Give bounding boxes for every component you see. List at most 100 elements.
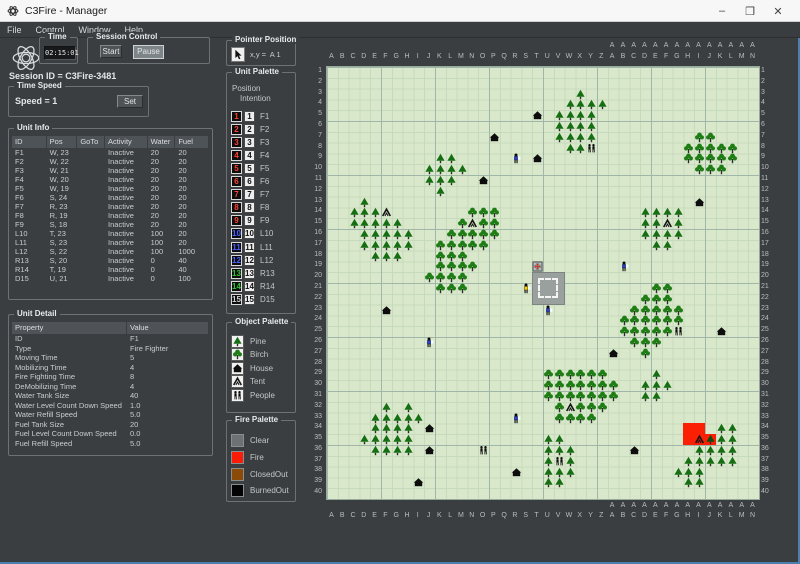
unit-palette-row-l11[interactable]: 11 11 L11: [231, 241, 273, 253]
unit-palette-row-f8[interactable]: 8 8 F8: [231, 202, 269, 214]
cell: Inactive: [108, 148, 134, 157]
unit-palette-row-f6[interactable]: 6 6 F6: [231, 176, 269, 188]
start-button[interactable]: Start: [100, 45, 122, 58]
table-row: DeMobilizing Time 4: [12, 382, 209, 392]
unit-palette-row-f1[interactable]: 1 1 F1: [231, 110, 269, 122]
birch-icon: [705, 153, 716, 164]
unit-intention-swatch[interactable]: 10: [244, 228, 255, 240]
fire-palette-item-clear[interactable]: Clear: [231, 434, 269, 447]
unit-palette-row-f3[interactable]: 3 3 F3: [231, 136, 269, 148]
time-display: 02:15:01: [44, 46, 79, 60]
table-row[interactable]: F3 W, 21 Inactive 20 20: [12, 166, 209, 175]
cell: F8: [15, 211, 24, 220]
birch-icon: [554, 402, 565, 413]
minimize-button[interactable]: –: [708, 0, 736, 22]
pine-icon: [231, 335, 244, 348]
fire-label: Fire: [250, 452, 264, 462]
unit-intention-swatch[interactable]: 9: [244, 215, 255, 227]
object-palette-item-people[interactable]: People: [231, 388, 275, 402]
unit-position-swatch[interactable]: 1: [231, 110, 242, 122]
menu-item-file[interactable]: File: [0, 25, 29, 35]
fire-palette-item-burnedout[interactable]: BurnedOut: [231, 484, 289, 498]
cell: Water Tank Size: [15, 391, 70, 400]
unit-palette-row-d15[interactable]: 15 15 D15: [231, 293, 275, 305]
close-button[interactable]: ✕: [764, 0, 792, 22]
unit-position-swatch[interactable]: 9: [231, 215, 242, 227]
unit-palette-row-l10[interactable]: 10 10 L10: [231, 228, 273, 240]
unit-intention-swatch[interactable]: 1: [244, 110, 255, 122]
pine-icon: [446, 153, 457, 164]
unit-position-swatch[interactable]: 13: [231, 267, 242, 279]
object-palette-item-tent[interactable]: Tent: [231, 375, 265, 389]
table-row[interactable]: F1 W, 23 Inactive 20 20: [12, 148, 209, 157]
birch-icon: [640, 305, 651, 316]
table-row[interactable]: L10 T, 23 Inactive 100 20: [12, 229, 209, 238]
fire-label: Clear: [250, 436, 270, 445]
pine-icon: [565, 132, 576, 143]
unit-position-swatch[interactable]: 7: [231, 189, 242, 201]
fire-palette-item-fire[interactable]: Fire: [231, 450, 264, 464]
birch-icon: [586, 369, 597, 380]
unit-intention-swatch[interactable]: 5: [244, 162, 255, 174]
object-palette-item-house[interactable]: House: [231, 361, 273, 375]
map-canvas[interactable]: [326, 66, 760, 500]
unit-palette-row-r13[interactable]: 13 13 R13: [231, 267, 275, 279]
table-row[interactable]: F7 R, 23 Inactive 20 20: [12, 202, 209, 211]
unit-intention-swatch[interactable]: 6: [244, 176, 255, 187]
unit-palette-row-l12[interactable]: 12 12 L12: [231, 254, 273, 266]
unit-position-swatch[interactable]: 5: [231, 162, 242, 174]
unit-intention-swatch[interactable]: 3: [244, 136, 255, 148]
pine-icon: [683, 456, 694, 467]
table-row[interactable]: F4 W, 20 Inactive 20 20: [12, 175, 209, 184]
unit-palette-row-f5[interactable]: 5 5 F5: [231, 162, 269, 174]
unit-detail-table: Property Value ID F1 Type Fire Fighter Moving …: [12, 322, 209, 448]
unit-intention-swatch[interactable]: 7: [244, 189, 255, 201]
birch-icon: [597, 369, 608, 380]
unit-intention-swatch[interactable]: 14: [244, 280, 255, 292]
set-button[interactable]: Set: [117, 95, 143, 108]
unit-position-swatch[interactable]: 14: [231, 280, 242, 292]
table-row[interactable]: L12 S, 22 Inactive 100 1000: [12, 247, 209, 256]
unit-intention-swatch[interactable]: 2: [244, 123, 255, 135]
cell: 20: [150, 202, 159, 211]
unit-position-swatch[interactable]: 3: [231, 136, 242, 148]
unit-intention-swatch[interactable]: 4: [244, 149, 255, 161]
table-row[interactable]: R14 T, 19 Inactive 0 40: [12, 265, 209, 274]
table-row[interactable]: R13 S, 20 Inactive 0 40: [12, 256, 209, 265]
cell: Inactive: [108, 256, 134, 265]
table-row[interactable]: F5 W, 19 Inactive 20 20: [12, 184, 209, 193]
unit-position-swatch[interactable]: 8: [231, 202, 242, 214]
map-row-numbers-right: 1 2 3 4 5 6 7 8 9 10 11 12 13 14 15 16 17 18 19 20 21 22 23 24 2…: [761, 67, 769, 496]
unit-position-swatch[interactable]: 15: [231, 293, 242, 305]
unit-position-swatch[interactable]: 4: [231, 149, 242, 161]
pause-button[interactable]: Pause: [133, 44, 164, 59]
maximize-button[interactable]: ❒: [736, 0, 764, 22]
unit-position-swatch[interactable]: 12: [231, 254, 242, 266]
unit-palette-row-r14[interactable]: 14 14 R14: [231, 280, 275, 292]
cell: [77, 265, 105, 274]
table-row: Mobilizing Time 4: [12, 363, 209, 373]
unit-position-swatch[interactable]: 2: [231, 123, 242, 135]
unit-palette-row-f7[interactable]: 7 7 F7: [231, 189, 269, 201]
table-row[interactable]: D15 U, 21 Inactive 0 100: [12, 274, 209, 283]
unit-intention-swatch[interactable]: 11: [244, 241, 255, 253]
table-row[interactable]: F6 S, 24 Inactive 20 20: [12, 193, 209, 202]
table-row[interactable]: L11 S, 23 Inactive 100 20: [12, 238, 209, 247]
unit-palette-row-f9[interactable]: 9 9 F9: [231, 215, 269, 227]
object-palette-item-birch[interactable]: Birch: [231, 348, 268, 362]
unit-position-swatch[interactable]: 6: [231, 176, 242, 187]
unit-palette-row-f2[interactable]: 2 2 F2: [231, 123, 269, 135]
table-row[interactable]: F9 S, 18 Inactive 20 20: [12, 220, 209, 229]
object-palette-item-pine[interactable]: Pine: [231, 335, 266, 348]
unit-intention-swatch[interactable]: 12: [244, 254, 255, 266]
fire-palette-item-closedout[interactable]: ClosedOut: [231, 467, 288, 481]
unit-intention-swatch[interactable]: 13: [244, 267, 255, 279]
table-row[interactable]: F2 W, 22 Inactive 20 20: [12, 157, 209, 166]
unit-position-swatch[interactable]: 10: [231, 228, 242, 240]
unit-intention-swatch[interactable]: 15: [244, 293, 255, 305]
unit-intention-swatch[interactable]: 8: [244, 202, 255, 214]
unit-position-swatch[interactable]: 11: [231, 241, 242, 253]
unit-palette-row-f4[interactable]: 4 4 F4: [231, 149, 269, 161]
pine-icon: [716, 434, 727, 445]
table-row[interactable]: F8 R, 19 Inactive 20 20: [12, 211, 209, 220]
